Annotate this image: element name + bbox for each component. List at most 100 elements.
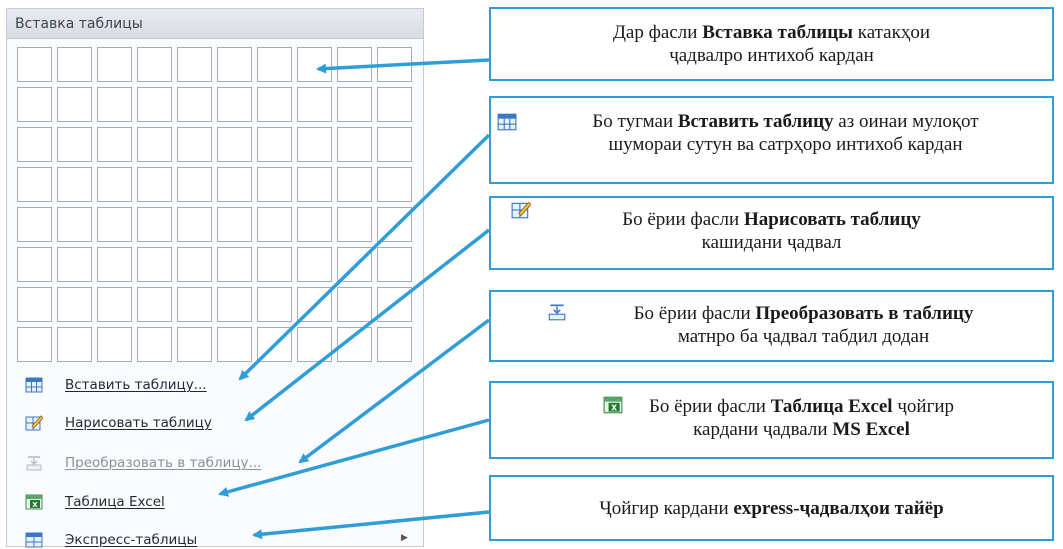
grid-cell[interactable] <box>337 247 372 282</box>
table-size-grid[interactable] <box>17 47 412 362</box>
grid-cell[interactable] <box>177 207 212 242</box>
grid-cell[interactable] <box>337 207 372 242</box>
grid-cell[interactable] <box>377 207 412 242</box>
grid-cell[interactable] <box>377 327 412 362</box>
grid-cell[interactable] <box>257 287 292 322</box>
grid-cell[interactable] <box>137 207 172 242</box>
grid-cell[interactable] <box>97 127 132 162</box>
grid-cell[interactable] <box>217 287 252 322</box>
excel-table-icon: X <box>25 494 43 510</box>
menu-item-excel-table[interactable]: X Таблица Excel <box>7 483 423 521</box>
callout-draw-table: Бо ёрии фасли Нарисовать таблицу кашидан… <box>489 196 1054 270</box>
callout-text: Бо тугмаи Вставить таблицу аз оинаи муло… <box>592 111 979 155</box>
callout-text: Бо ёрии фасли Таблица Excel ҷойгир карда… <box>648 396 955 440</box>
grid-cell[interactable] <box>177 247 212 282</box>
grid-cell[interactable] <box>177 327 212 362</box>
grid-cell[interactable] <box>57 287 92 322</box>
grid-cell[interactable] <box>137 287 172 322</box>
grid-cell[interactable] <box>97 47 132 82</box>
grid-cell[interactable] <box>57 247 92 282</box>
grid-cell[interactable] <box>17 247 52 282</box>
grid-cell[interactable] <box>17 207 52 242</box>
grid-cell[interactable] <box>257 167 292 202</box>
callout-quick-tables: Ҷойгир кардани express-ҷадвалҳои тайёр <box>489 475 1054 541</box>
grid-cell[interactable] <box>257 207 292 242</box>
grid-cell[interactable] <box>337 47 372 82</box>
grid-cell[interactable] <box>257 127 292 162</box>
grid-cell[interactable] <box>217 47 252 82</box>
grid-cell[interactable] <box>97 247 132 282</box>
grid-cell[interactable] <box>217 327 252 362</box>
grid-cell[interactable] <box>97 87 132 122</box>
grid-cell[interactable] <box>217 127 252 162</box>
grid-cell[interactable] <box>137 127 172 162</box>
grid-cell[interactable] <box>137 47 172 82</box>
grid-cell[interactable] <box>337 167 372 202</box>
grid-cell[interactable] <box>17 87 52 122</box>
grid-cell[interactable] <box>217 167 252 202</box>
grid-cell[interactable] <box>177 87 212 122</box>
menu-item-quick-tables[interactable]: Экспресс-таблицы ▶ <box>7 521 423 548</box>
grid-cell[interactable] <box>17 287 52 322</box>
grid-cell[interactable] <box>257 327 292 362</box>
grid-cell[interactable] <box>217 87 252 122</box>
grid-cell[interactable] <box>17 327 52 362</box>
grid-cell[interactable] <box>337 127 372 162</box>
grid-cell[interactable] <box>257 47 292 82</box>
grid-cell[interactable] <box>337 287 372 322</box>
grid-cell[interactable] <box>177 127 212 162</box>
grid-cell[interactable] <box>297 247 332 282</box>
menu-item-insert-table[interactable]: Вставить таблицу... <box>7 366 423 404</box>
grid-cell[interactable] <box>57 327 92 362</box>
insert-table-icon <box>497 113 517 131</box>
grid-cell[interactable] <box>297 167 332 202</box>
grid-cell[interactable] <box>377 127 412 162</box>
grid-cell[interactable] <box>17 47 52 82</box>
grid-cell[interactable] <box>57 167 92 202</box>
grid-cell[interactable] <box>17 127 52 162</box>
grid-cell[interactable] <box>257 247 292 282</box>
menu-item-draw-table[interactable]: Нарисовать таблицу <box>7 404 423 442</box>
grid-cell[interactable] <box>297 207 332 242</box>
callout-text: Ҷойгир кардани express-ҷадвалҳои тайёр <box>599 498 944 519</box>
grid-cell[interactable] <box>217 247 252 282</box>
grid-cell[interactable] <box>377 287 412 322</box>
insert-table-icon <box>25 377 43 393</box>
grid-cell[interactable] <box>297 47 332 82</box>
grid-cell[interactable] <box>377 47 412 82</box>
grid-cell[interactable] <box>137 327 172 362</box>
grid-cell[interactable] <box>57 127 92 162</box>
callout-excel-table: X Бо ёрии фасли Таблица Excel ҷойгир кар… <box>489 381 1054 459</box>
grid-cell[interactable] <box>377 167 412 202</box>
grid-cell[interactable] <box>177 167 212 202</box>
grid-cell[interactable] <box>297 287 332 322</box>
grid-cell[interactable] <box>57 87 92 122</box>
grid-cell[interactable] <box>97 207 132 242</box>
grid-cell[interactable] <box>137 247 172 282</box>
grid-cell[interactable] <box>17 167 52 202</box>
grid-cell[interactable] <box>177 287 212 322</box>
grid-cell[interactable] <box>377 87 412 122</box>
grid-cell[interactable] <box>137 87 172 122</box>
grid-cell[interactable] <box>177 47 212 82</box>
menu-item-label: Таблица Excel <box>65 494 165 510</box>
draw-table-icon <box>25 415 43 431</box>
grid-cell[interactable] <box>297 87 332 122</box>
grid-cell[interactable] <box>97 327 132 362</box>
grid-cell[interactable] <box>217 207 252 242</box>
quick-tables-icon <box>25 532 43 548</box>
callout-grid: Дар фасли Вставка таблицы катакҳои ҷадва… <box>489 7 1054 81</box>
grid-cell[interactable] <box>337 327 372 362</box>
grid-cell[interactable] <box>97 167 132 202</box>
grid-cell[interactable] <box>337 87 372 122</box>
convert-table-icon <box>26 456 42 471</box>
grid-cell[interactable] <box>377 247 412 282</box>
grid-cell[interactable] <box>257 87 292 122</box>
grid-cell[interactable] <box>297 327 332 362</box>
grid-cell[interactable] <box>97 287 132 322</box>
callout-text: Бо ёрии фасли Преобразовать в таблицу ма… <box>633 303 974 347</box>
grid-cell[interactable] <box>297 127 332 162</box>
grid-cell[interactable] <box>57 207 92 242</box>
grid-cell[interactable] <box>137 167 172 202</box>
grid-cell[interactable] <box>57 47 92 82</box>
